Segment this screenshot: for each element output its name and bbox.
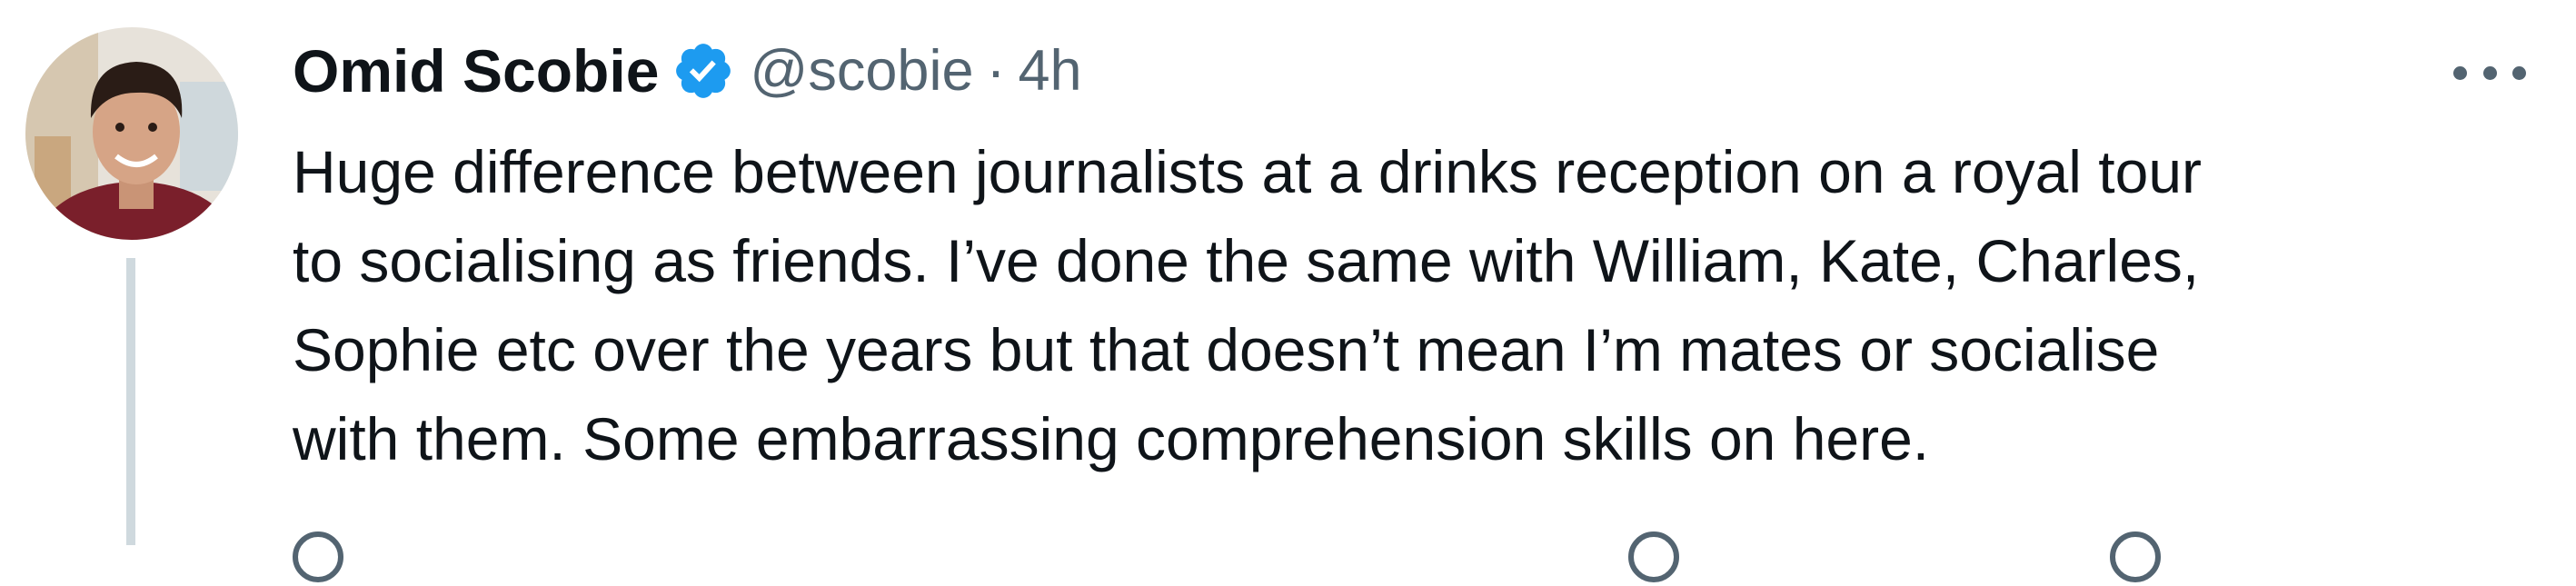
avatar[interactable]: [25, 27, 238, 240]
tweet-text-line: Huge difference between journalists at a…: [293, 138, 2203, 205]
verified-badge-icon: [676, 44, 731, 98]
more-dot: [2482, 65, 2497, 80]
tweet-actions: [293, 531, 2473, 586]
tweet-text-line: Sophie etc over the years but that doesn…: [293, 316, 2160, 383]
tweet-header: Omid Scobie @scobie · 4h: [293, 27, 1082, 114]
separator-dot: ·: [986, 39, 1006, 103]
tweet-text-line: with them. Some embarrassing comprehensi…: [293, 405, 1930, 472]
more-dot: [2453, 65, 2467, 80]
avatar-image: [25, 27, 238, 240]
more-horizontal-icon[interactable]: [2453, 55, 2526, 91]
views-icon[interactable]: [2110, 531, 2164, 586]
reply-icon[interactable]: [293, 531, 347, 586]
display-name[interactable]: Omid Scobie: [293, 36, 659, 105]
tweet-text: Huge difference between journalists at a…: [293, 127, 2510, 483]
tweet-text-line: to socialising as friends. I’ve done the…: [293, 227, 2200, 294]
more-dot: [2512, 65, 2526, 80]
like-icon[interactable]: [1628, 531, 1683, 586]
user-handle[interactable]: @scobie: [750, 38, 973, 104]
thread-line: [126, 258, 135, 545]
timestamp[interactable]: 4h: [1018, 38, 1081, 104]
tweet[interactable]: Omid Scobie @scobie · 4h Huge difference…: [0, 0, 2576, 582]
